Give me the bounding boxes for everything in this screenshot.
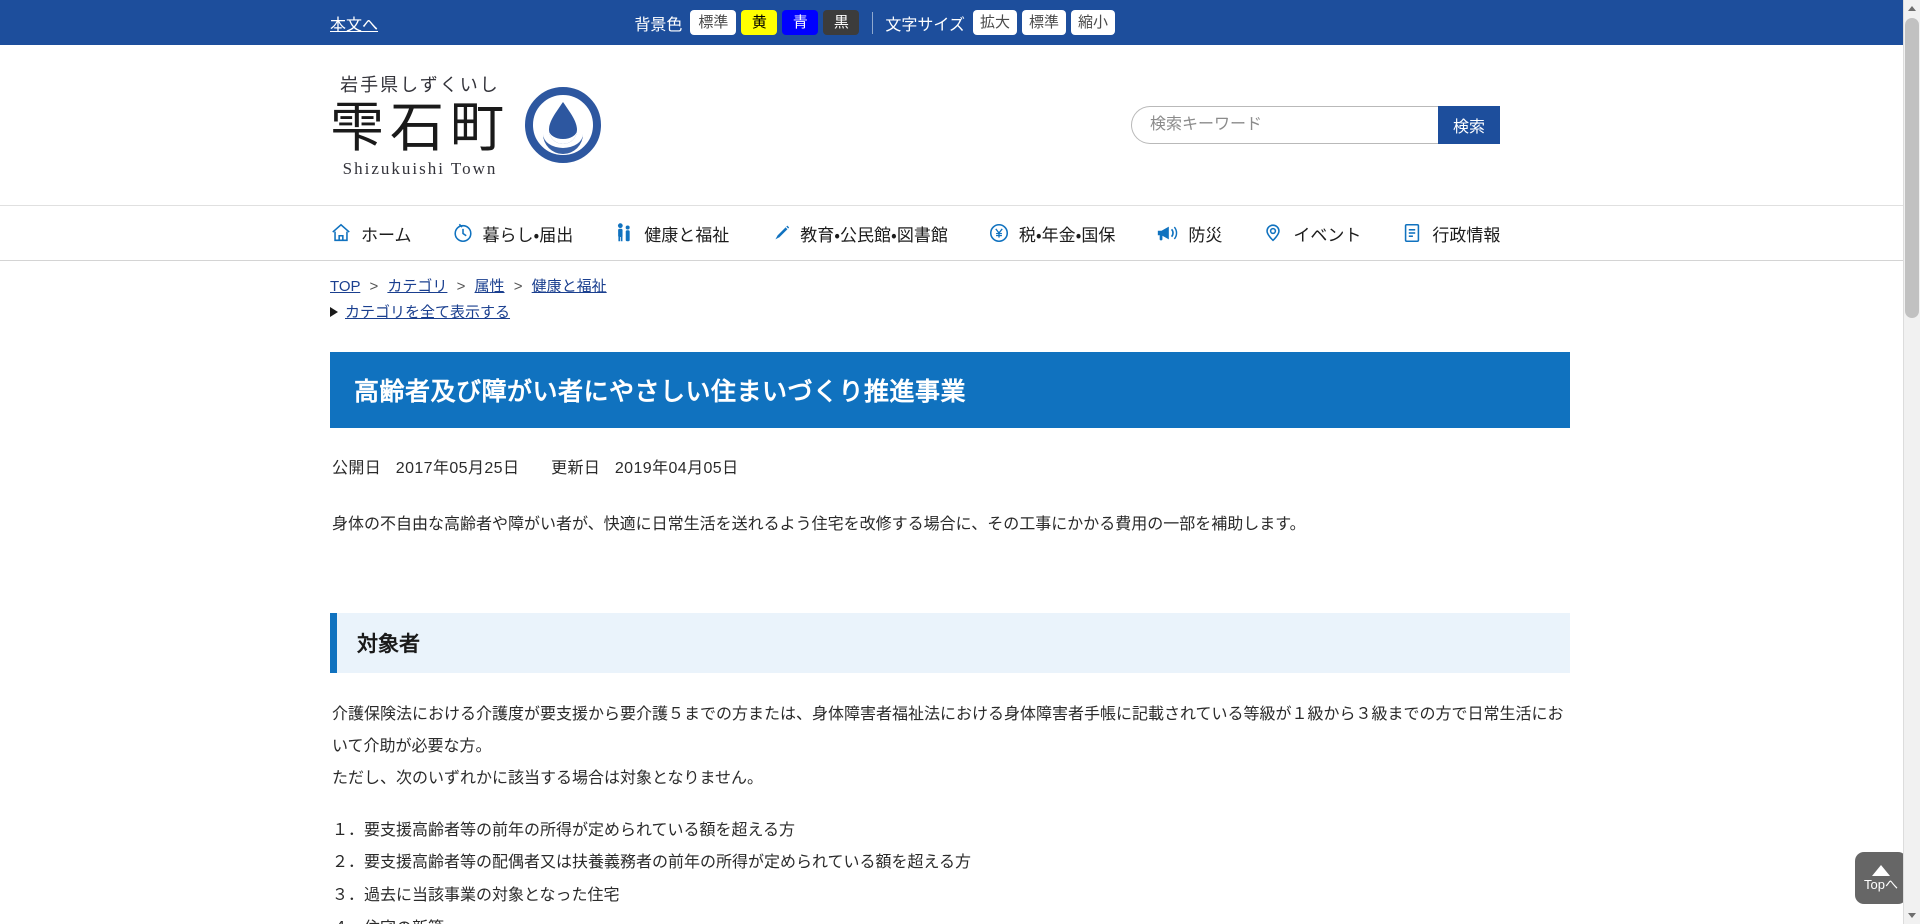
scrollbar-up-arrow[interactable] xyxy=(1904,0,1920,17)
text-size-label: 文字サイズ xyxy=(885,16,965,34)
arrow-up-icon xyxy=(1872,865,1890,876)
nav-item-disaster-prevention[interactable]: 防災 xyxy=(1155,221,1222,246)
breadcrumb-trail: TOP > カテゴリ > 属性 > 健康と福祉 xyxy=(330,275,1900,298)
nav-item-label: イベント xyxy=(1293,225,1362,245)
bg-color-black-button[interactable]: 黒 xyxy=(823,10,860,35)
site-search: 検索 xyxy=(1131,106,1500,144)
breadcrumb-separator: > xyxy=(369,278,379,295)
breadcrumb-separator: > xyxy=(513,278,523,295)
clock-icon xyxy=(452,222,474,244)
site-logo[interactable]: 岩手県しずくいし 雫石町 Shizukuishi Town xyxy=(330,71,602,179)
map-pin-icon xyxy=(1262,222,1284,244)
global-navigation: ホーム 暮らし・届出 健康と福祉 教育・公民館・図書館 税・年金・国保 防災 イ… xyxy=(0,205,1920,261)
accessibility-controls: 背景色 標準 黄 青 黒 文字サイズ 拡大 標準 縮小 xyxy=(634,10,1900,35)
section-paragraph-1: 介護保険法における介護度が要支援から要介護５までの方または、身体障害者福祉法にお… xyxy=(332,705,1564,755)
skip-to-content-link[interactable]: 本文へ xyxy=(330,11,378,35)
back-to-top-label: Topへ xyxy=(1864,877,1898,892)
yen-circle-icon xyxy=(988,222,1010,244)
main-content: 高齢者及び障がい者にやさしい住まいづくり推進事業 公開日 2017年05月25日… xyxy=(0,352,1920,924)
water-drop-icon xyxy=(524,86,602,164)
exclusion-list: １．要支援高齢者等の前年の所得が定められている額を超える方 ２．要支援高齢者等の… xyxy=(330,815,1570,924)
nav-item-label: 暮らし・届出 xyxy=(482,225,574,245)
page-root: 本文へ 背景色 標準 黄 青 黒 文字サイズ 拡大 標準 縮小 岩手県しずくいし… xyxy=(0,0,1920,924)
page-scrollbar[interactable] xyxy=(1903,0,1920,924)
megaphone-icon xyxy=(1155,222,1179,244)
breadcrumb-separator: > xyxy=(456,278,466,295)
updated-date: 2019年04月05日 xyxy=(614,460,739,478)
nav-item-home[interactable]: ホーム xyxy=(330,221,412,246)
nav-item-label: 行政情報 xyxy=(1432,225,1501,245)
list-item: ３．過去に当該事業の対象となった住宅 xyxy=(332,887,620,905)
updated-label: 更新日 xyxy=(551,460,601,478)
breadcrumb-expand-all[interactable]: カテゴリを全て表示する xyxy=(330,301,1900,322)
triangle-right-icon xyxy=(330,306,338,317)
search-button[interactable]: 検索 xyxy=(1438,106,1500,144)
nav-item-label: ホーム xyxy=(361,225,412,245)
nav-item-health-welfare[interactable]: 健康と福祉 xyxy=(613,221,729,246)
nav-item-education-library[interactable]: 教育・公民館・図書館 xyxy=(769,221,948,246)
page-title: 高齢者及び障がい者にやさしい住まいづくり推進事業 xyxy=(330,352,1570,429)
nav-item-events[interactable]: イベント xyxy=(1262,221,1361,246)
section-body: 介護保険法における介護度が要支援から要介護５までの方または、身体障害者福祉法にお… xyxy=(330,699,1570,795)
bg-color-standard-button[interactable]: 標準 xyxy=(690,10,737,35)
brand-town-name: 雫石町 xyxy=(330,97,510,158)
pencil-icon xyxy=(769,222,791,244)
people-icon xyxy=(613,222,635,244)
list-item: ４．住宅の新築 xyxy=(332,913,1570,924)
text-size-standard-button[interactable]: 標準 xyxy=(1021,10,1066,35)
document-icon xyxy=(1401,222,1423,244)
brand-romaji-name: Shizukuishi Town xyxy=(342,159,498,179)
back-to-top-button[interactable]: Topへ xyxy=(1855,852,1907,904)
text-size-shrink-button[interactable]: 縮小 xyxy=(1070,10,1115,35)
published-date: 2017年05月25日 xyxy=(395,460,520,478)
text-size-enlarge-button[interactable]: 拡大 xyxy=(972,10,1017,35)
utility-divider xyxy=(872,11,874,34)
background-color-label: 背景色 xyxy=(634,16,683,34)
scrollbar-thumb[interactable] xyxy=(1905,18,1919,318)
list-item: １．要支援高齢者等の前年の所得が定められている額を超える方 xyxy=(332,821,796,839)
brand-prefecture-text: 岩手県しずくいし xyxy=(340,74,500,95)
breadcrumb-item-top[interactable]: TOP xyxy=(330,278,360,295)
article-dates: 公開日 2017年05月25日 更新日 2019年04月05日 xyxy=(330,454,1570,478)
nav-item-tax-pension[interactable]: 税・年金・国保 xyxy=(988,221,1116,246)
article-lead-paragraph: 身体の不自由な高齢者や障がい者が、快適に日常生活を送れるよう住宅を改修する場合に… xyxy=(332,516,1306,534)
bg-color-blue-button[interactable]: 青 xyxy=(782,10,819,35)
breadcrumb-expand-label[interactable]: カテゴリを全て表示する xyxy=(345,301,510,322)
breadcrumb: TOP > カテゴリ > 属性 > 健康と福祉 カテゴリを全て表示する xyxy=(0,261,1920,322)
site-header: 岩手県しずくいし 雫石町 Shizukuishi Town 検索 xyxy=(0,45,1920,205)
nav-item-administration[interactable]: 行政情報 xyxy=(1401,221,1500,246)
breadcrumb-item-attribute[interactable]: 属性 xyxy=(475,278,505,295)
nav-item-label: 教育・公民館・図書館 xyxy=(800,225,948,245)
nav-item-label: 防災 xyxy=(1188,225,1223,245)
section-heading-target-persons: 対象者 xyxy=(330,612,1570,673)
published-label: 公開日 xyxy=(332,460,382,478)
list-item: ２．要支援高齢者等の配偶者又は扶養義務者の前年の所得が定められている額を超える方 xyxy=(332,854,972,872)
breadcrumb-item-category[interactable]: カテゴリ xyxy=(387,278,447,295)
brand-wordmark: 岩手県しずくいし 雫石町 Shizukuishi Town xyxy=(330,71,510,179)
utility-bar: 本文へ 背景色 標準 黄 青 黒 文字サイズ 拡大 標準 縮小 xyxy=(0,0,1920,45)
search-input[interactable] xyxy=(1131,106,1438,144)
nav-item-label: 健康と福祉 xyxy=(644,225,730,245)
home-icon xyxy=(330,222,352,244)
scrollbar-down-arrow[interactable] xyxy=(1904,907,1920,924)
bg-color-yellow-button[interactable]: 黄 xyxy=(741,10,778,35)
nav-item-living-procedures[interactable]: 暮らし・届出 xyxy=(452,221,574,246)
section-paragraph-2: ただし、次のいずれかに該当する場合は対象となりません。 xyxy=(332,769,764,787)
nav-item-label: 税・年金・国保 xyxy=(1018,225,1116,245)
breadcrumb-item-health-welfare[interactable]: 健康と福祉 xyxy=(532,278,607,295)
